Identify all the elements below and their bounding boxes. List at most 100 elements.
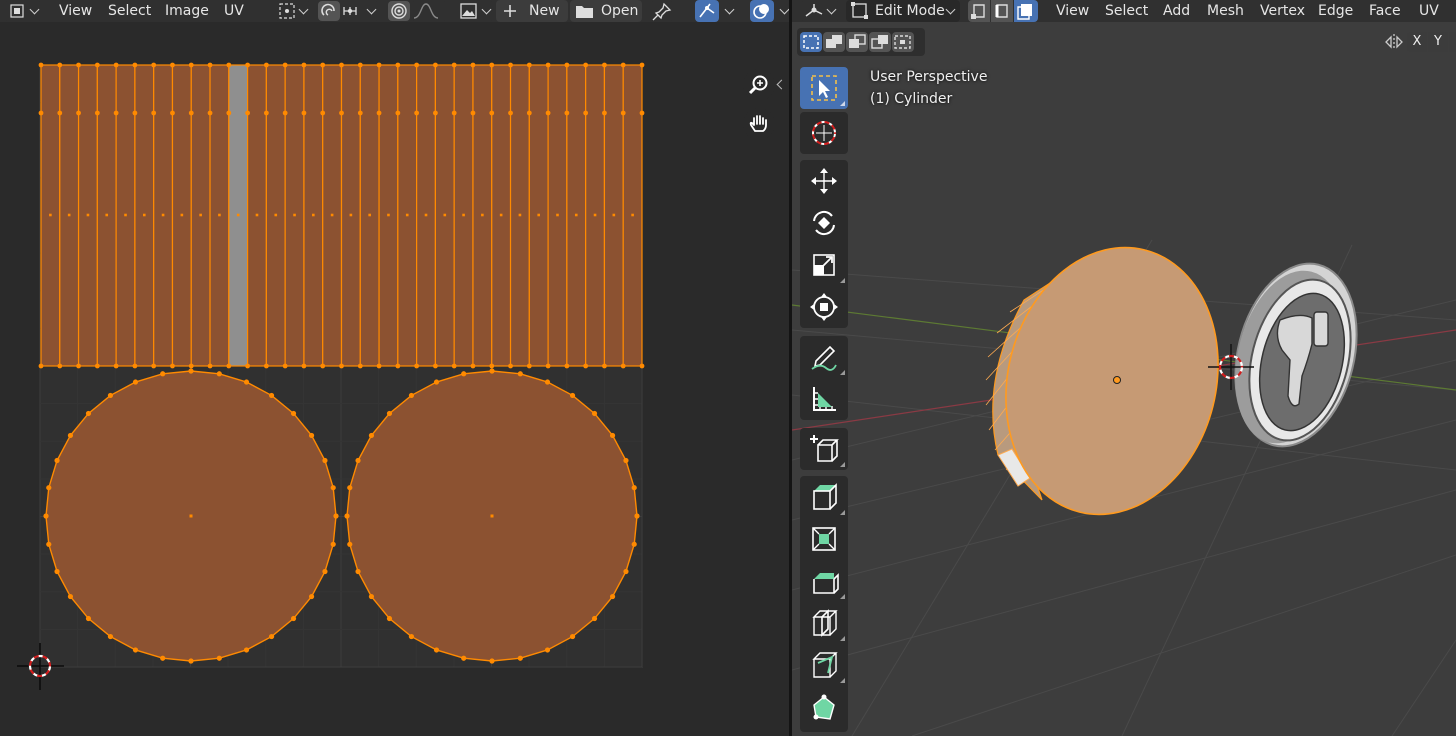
uv-vertex[interactable] [408, 633, 415, 640]
uv-vertex[interactable] [376, 62, 382, 68]
uv-vertex[interactable] [631, 541, 637, 547]
tool-rotate[interactable] [800, 202, 848, 244]
uv-vertex[interactable] [386, 615, 393, 622]
uv-vertex[interactable] [564, 363, 570, 369]
uv-vertex[interactable] [433, 379, 440, 385]
uv-vertex[interactable] [395, 62, 401, 68]
uv-vertex[interactable] [226, 110, 232, 116]
uv-vertex[interactable] [545, 363, 551, 369]
uv-vertex[interactable] [322, 568, 328, 575]
uv-island-side[interactable] [38, 62, 645, 369]
tool-scale[interactable] [800, 244, 848, 286]
tool-poly-build[interactable] [800, 686, 848, 732]
uv-vertex[interactable] [526, 110, 532, 116]
uv-vertex[interactable] [433, 363, 438, 369]
uv-vertex[interactable] [330, 485, 336, 491]
uv-vertex[interactable] [132, 110, 138, 116]
uv-vertex[interactable] [245, 110, 250, 116]
uv-vertex[interactable] [170, 110, 175, 116]
uv-vertex[interactable] [94, 62, 100, 68]
uv-vertex[interactable] [339, 110, 344, 116]
uv-vertex[interactable] [339, 62, 344, 68]
uv-vertex[interactable] [113, 110, 119, 116]
uv-vertex[interactable] [634, 513, 640, 519]
uv-vertex[interactable] [170, 363, 175, 369]
uv-vertex[interactable] [489, 110, 495, 116]
uv-vertex[interactable] [368, 593, 375, 600]
tool-select-box[interactable] [800, 67, 848, 109]
uv-vertex[interactable] [282, 62, 288, 68]
uv-vertex[interactable] [320, 62, 326, 68]
uv-vertex[interactable] [38, 110, 44, 116]
uv-vertex[interactable] [408, 392, 415, 399]
uv-vertex[interactable] [368, 432, 375, 439]
uv-menu-view[interactable]: View [59, 2, 92, 20]
proportional-toggle[interactable] [388, 1, 410, 21]
overlay-toggle[interactable] [750, 0, 774, 22]
uv-vertex[interactable] [376, 110, 382, 116]
uv-vertex[interactable] [54, 457, 60, 464]
uv-vertex[interactable] [583, 62, 589, 68]
uv-vertex[interactable] [243, 379, 250, 385]
uv-vertex[interactable] [207, 62, 213, 68]
uv-vertex[interactable] [489, 368, 495, 374]
uv-vertex[interactable] [113, 363, 119, 369]
new-image-button[interactable]: New [496, 0, 568, 22]
uv-vertex[interactable] [620, 363, 626, 369]
uv-vertex[interactable] [508, 363, 513, 369]
uv-vertex[interactable] [308, 593, 315, 600]
uv-vertex[interactable] [308, 432, 315, 439]
uv-vertex[interactable] [623, 457, 629, 464]
uv-vertex[interactable] [57, 363, 63, 369]
uv-vertex[interactable] [517, 655, 523, 661]
uv-vertex[interactable] [57, 62, 63, 68]
uv-vertex[interactable] [76, 110, 81, 116]
uv-vertex[interactable] [433, 62, 438, 68]
uv-vertex[interactable] [569, 392, 576, 399]
uv-vertex[interactable] [330, 541, 336, 547]
uv-vertex[interactable] [357, 363, 363, 369]
uv-vertex[interactable] [320, 363, 326, 369]
uv-vertex[interactable] [639, 363, 645, 369]
uv-vertex[interactable] [386, 410, 393, 417]
tool-cursor[interactable] [800, 112, 848, 154]
uv-vertex[interactable] [526, 363, 532, 369]
uv-vertex[interactable] [357, 62, 363, 68]
uv-vertex[interactable] [355, 457, 361, 464]
uv-vertex[interactable] [376, 363, 382, 369]
uv-vertex[interactable] [107, 392, 114, 399]
cylinder-mesh[interactable] [978, 225, 1245, 537]
uv-sync-toggle[interactable] [318, 1, 340, 21]
uv-vertex[interactable] [544, 647, 551, 653]
uv-vertex[interactable] [451, 363, 457, 369]
uv-vertex[interactable] [85, 410, 92, 417]
uv-vertex[interactable] [470, 110, 476, 116]
uv-vertex[interactable] [545, 62, 551, 68]
uv-vertex[interactable] [54, 568, 60, 575]
uv-vertex[interactable] [188, 368, 194, 374]
uv-vertex[interactable] [609, 432, 616, 439]
uv-vertex[interactable] [395, 363, 401, 369]
uv-vertex[interactable] [67, 593, 74, 600]
uv-canvas[interactable] [0, 22, 789, 736]
uv-vertex[interactable] [263, 363, 269, 369]
uv-vertex[interactable] [639, 110, 645, 116]
uv-vertex[interactable] [639, 62, 645, 68]
uv-vertex[interactable] [333, 513, 339, 519]
uv-vertex[interactable] [461, 371, 467, 377]
uv-vertex[interactable] [263, 62, 269, 68]
uv-island-cap-left[interactable] [43, 368, 339, 664]
tool-bevel[interactable] [800, 560, 848, 602]
pivot-button[interactable] [275, 1, 311, 21]
uv-menu-select[interactable]: Select [108, 2, 151, 20]
uv-vertex[interactable] [268, 392, 275, 399]
uv-vertex[interactable] [355, 568, 361, 575]
uv-vertex[interactable] [564, 110, 570, 116]
uv-vertex[interactable] [609, 593, 616, 600]
tool-loop-cut[interactable] [800, 602, 848, 644]
uv-vertex[interactable] [57, 110, 63, 116]
uv-vertex[interactable] [76, 363, 81, 369]
uv-vertex[interactable] [282, 363, 288, 369]
uv-vertex[interactable] [301, 363, 307, 369]
uv-vertex[interactable] [151, 363, 157, 369]
